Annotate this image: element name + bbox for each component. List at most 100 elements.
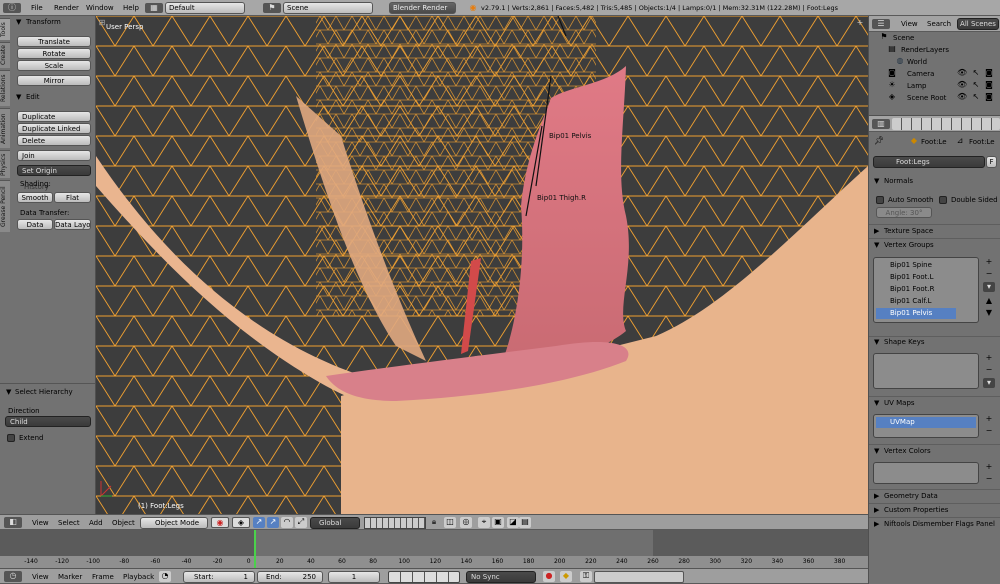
corner-widget-icon[interactable]: ⊞ (98, 18, 106, 27)
timeline-view-menu[interactable]: View (32, 573, 49, 581)
view3d-object-menu[interactable]: Object (112, 519, 135, 527)
tab-grease-pencil[interactable]: Grease Pencil (0, 180, 10, 232)
shape-key-specials-icon[interactable]: ▾ (983, 378, 995, 388)
auto-smooth-checkbox[interactable] (876, 196, 884, 204)
current-frame-indicator[interactable] (254, 530, 256, 568)
outliner-item-scene[interactable]: Scene (893, 34, 914, 42)
mode-select[interactable]: Object Mode (140, 517, 208, 529)
shape-keys-title[interactable]: Shape Keys (884, 338, 924, 346)
translate-button[interactable]: Translate (17, 36, 91, 47)
double-sided-checkbox[interactable] (939, 196, 947, 204)
keying-set-field[interactable] (594, 571, 684, 583)
angle-field[interactable]: Angle: 30° (876, 207, 932, 218)
sync-select[interactable]: No Sync (466, 571, 536, 583)
vertex-groups-title[interactable]: Vertex Groups (884, 241, 934, 249)
duplicate-linked-button[interactable]: Duplicate Linked (17, 123, 91, 134)
visibility-eye-icon[interactable]: 👁︎ (957, 68, 967, 78)
record-icon[interactable]: ● (543, 571, 555, 582)
outliner-display-select[interactable]: All Scenes (957, 18, 999, 30)
list-item[interactable]: Bip01 Foot.R (876, 284, 956, 295)
tab-physics[interactable]: Physics (0, 150, 10, 178)
tab-create[interactable]: Create (0, 42, 10, 68)
add-vertex-color-icon[interactable]: + (983, 462, 995, 472)
tab-animation[interactable]: Animation (0, 108, 10, 148)
opengl-anim-icon[interactable]: ▤ (519, 517, 531, 528)
rotate-manip-icon[interactable]: ◠ (281, 517, 293, 528)
mirror-button[interactable]: Mirror (17, 75, 91, 86)
edit-panel-title[interactable]: Edit (26, 93, 40, 101)
render-layer-icon[interactable]: ◫ (444, 517, 456, 528)
extend-checkbox[interactable] (7, 434, 15, 442)
timeline[interactable]: -140 -120 -100 -80 -60 -40 -20 0 20 40 60 80 100 120 1… (0, 530, 868, 568)
vertex-color-list[interactable] (873, 462, 979, 484)
context-tabs[interactable] (892, 118, 1000, 130)
menu-help[interactable]: Help (123, 4, 139, 12)
snap-element-icon[interactable]: ▣ (492, 517, 504, 528)
direction-select[interactable]: Child (5, 416, 91, 427)
outliner-item-scene-root[interactable]: Scene Root (907, 94, 946, 102)
layout-icon[interactable]: ▦ (145, 3, 163, 13)
texture-space-arrow[interactable]: ▶ (874, 227, 879, 235)
scale-manip-icon[interactable]: ⤢ (295, 517, 307, 528)
restrict-select-icon[interactable]: ↖ (971, 92, 981, 102)
move-down-icon[interactable]: ▼ (983, 308, 995, 318)
opengl-render-icon[interactable]: ◪ (507, 517, 519, 528)
rotate-button[interactable]: Rotate (17, 48, 91, 59)
viewport-shade-icon[interactable]: ◉ (211, 517, 229, 528)
outliner-item-lamp[interactable]: Lamp (907, 82, 926, 90)
tab-relations[interactable]: Relations (0, 70, 10, 106)
add-vertex-group-icon[interactable]: + (983, 257, 995, 267)
outliner-item-camera[interactable]: Camera (907, 70, 934, 78)
transform-panel-title[interactable]: Transform (26, 18, 61, 26)
render-engine-select[interactable]: Blender Render (389, 2, 456, 14)
shape-keys-arrow[interactable]: ▼ (874, 338, 879, 346)
layer-buttons[interactable] (364, 517, 426, 529)
menu-window[interactable]: Window (86, 4, 114, 12)
add-shape-key-icon[interactable]: + (983, 353, 995, 363)
remove-vertex-group-icon[interactable]: − (983, 269, 995, 279)
list-item[interactable]: Bip01 Foot.L (876, 272, 956, 283)
outliner-editor-icon[interactable]: ☰ (872, 19, 890, 29)
geometry-data-title[interactable]: Geometry Data (884, 492, 938, 500)
move-up-icon[interactable]: ▲ (983, 296, 995, 306)
scale-button[interactable]: Scale (17, 60, 91, 71)
flat-button[interactable]: Flat (54, 192, 91, 203)
layout-select[interactable]: Default (165, 2, 245, 14)
duplicate-button[interactable]: Duplicate (17, 111, 91, 122)
smooth-button[interactable]: Smooth (17, 192, 53, 203)
scene-select[interactable]: Scene (283, 2, 373, 14)
restrict-render-icon[interactable]: ◙ (984, 68, 994, 78)
editor-type-icon[interactable]: ⓘ (3, 3, 21, 13)
list-item[interactable]: Bip01 Calf.L (876, 296, 956, 307)
scene-icon[interactable]: ⚑ (263, 3, 281, 13)
fake-user-button[interactable]: F (986, 156, 997, 168)
menu-file[interactable]: File (31, 4, 43, 12)
uv-maps-arrow[interactable]: ▼ (874, 399, 879, 407)
restrict-render-icon[interactable]: ◙ (984, 80, 994, 90)
manipulator-toggle-icon[interactable]: ↗ (253, 517, 265, 528)
normals-panel-title[interactable]: Normals (884, 177, 913, 185)
add-widget-icon[interactable]: + (856, 18, 864, 27)
data-button[interactable]: Data (17, 219, 53, 230)
niftools-title[interactable]: Niftools Dismember Flags Panel (884, 520, 995, 528)
preview-range-icon[interactable]: ◔ (159, 571, 171, 582)
join-button[interactable]: Join (17, 150, 91, 161)
set-origin-select[interactable]: Set Origin (17, 165, 91, 176)
outliner-item-world[interactable]: World (907, 58, 927, 66)
keying-set-icon[interactable]: ◆ (560, 571, 572, 582)
pivot-icon[interactable]: ◈ (232, 517, 250, 528)
proportional-edit-icon[interactable]: ◎ (460, 517, 472, 528)
orientation-select[interactable]: Global (310, 517, 360, 529)
vertex-group-list[interactable]: Bip01 Spine Bip01 Foot.L Bip01 Foot.R Bi… (873, 257, 979, 323)
view3d-add-menu[interactable]: Add (89, 519, 103, 527)
restrict-render-icon[interactable]: ◙ (984, 92, 994, 102)
start-frame-field[interactable]: Start: 1 (183, 571, 255, 583)
visibility-eye-icon[interactable]: 👁︎ (957, 80, 967, 90)
vertex-group-specials-icon[interactable]: ▾ (983, 282, 995, 292)
view3d-select-menu[interactable]: Select (58, 519, 80, 527)
operator-title[interactable]: Select Hierarchy (15, 388, 73, 396)
timeline-playback-menu[interactable]: Playback (123, 573, 154, 581)
vertex-groups-arrow[interactable]: ▼ (874, 241, 879, 249)
custom-properties-arrow[interactable]: ▶ (874, 506, 879, 514)
custom-properties-title[interactable]: Custom Properties (884, 506, 948, 514)
